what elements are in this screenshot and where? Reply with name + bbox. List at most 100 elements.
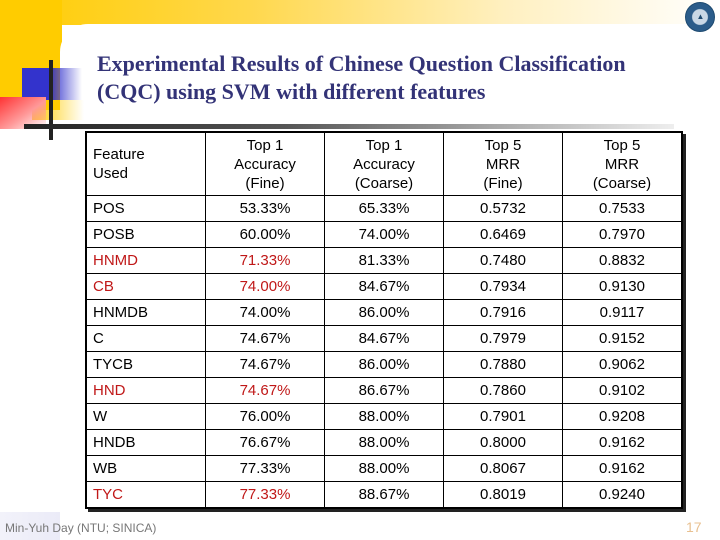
cell-top1-coarse: 84.67% — [324, 273, 444, 300]
header-top1-coarse: Top 1 Accuracy (Coarse) — [324, 131, 444, 196]
header-text: (Coarse) — [354, 174, 414, 192]
cell-top1-fine: 74.67% — [205, 325, 325, 352]
cell-feature: C — [85, 325, 206, 352]
cell-top5-coarse: 0.9152 — [562, 325, 683, 352]
cell-top1-coarse: 88.00% — [324, 455, 444, 482]
cell-top5-coarse: 0.9102 — [562, 377, 683, 404]
table-row: W 76.00% 88.00% 0.7901 0.9208 — [85, 403, 683, 430]
cell-top5-fine: 0.8019 — [443, 481, 563, 509]
table-row: C 74.67% 84.67% 0.7979 0.9152 — [85, 325, 683, 352]
cell-feature: W — [85, 403, 206, 430]
cell-top5-fine: 0.5732 — [443, 195, 563, 222]
cell-top1-coarse: 65.33% — [324, 195, 444, 222]
cell-feature: HNMDB — [85, 299, 206, 326]
header-text: (Fine) — [245, 174, 285, 192]
cell-top5-coarse: 0.9240 — [562, 481, 683, 509]
cell-top1-coarse: 88.00% — [324, 403, 444, 430]
cell-feature: WB — [85, 455, 206, 482]
header-top5-coarse: Top 5 MRR (Coarse) — [562, 131, 683, 196]
header-text: Top 1 — [365, 136, 403, 154]
cell-top5-fine: 0.7934 — [443, 273, 563, 300]
cell-top1-fine: 74.67% — [205, 351, 325, 378]
cell-top1-coarse: 86.00% — [324, 299, 444, 326]
cell-feature: HNDB — [85, 429, 206, 456]
header-text: Top 5 — [484, 136, 522, 154]
cell-top1-coarse: 74.00% — [324, 221, 444, 248]
header-top5-fine: Top 5 MRR (Fine) — [443, 131, 563, 196]
cell-top5-coarse: 0.9130 — [562, 273, 683, 300]
cell-feature: HND — [85, 377, 206, 404]
cell-top1-coarse: 84.67% — [324, 325, 444, 352]
header-text: Top 5 — [603, 136, 641, 154]
cell-top1-fine: 76.00% — [205, 403, 325, 430]
cell-top1-fine: 71.33% — [205, 247, 325, 274]
table-row: POS 53.33% 65.33% 0.5732 0.7533 — [85, 195, 683, 222]
cell-top5-fine: 0.7979 — [443, 325, 563, 352]
institution-seal-icon: ▲ — [685, 2, 715, 32]
cell-feature: TYC — [85, 481, 206, 509]
table-row: HND 74.67% 86.67% 0.7860 0.9102 — [85, 377, 683, 404]
header-text: (Fine) — [483, 174, 523, 192]
header-text: Accuracy — [353, 155, 415, 173]
cell-top5-coarse: 0.9117 — [562, 299, 683, 326]
cell-top5-coarse: 0.9208 — [562, 403, 683, 430]
cell-top5-coarse: 0.7970 — [562, 221, 683, 248]
cell-top5-coarse: 0.9062 — [562, 351, 683, 378]
cell-top1-coarse: 81.33% — [324, 247, 444, 274]
seal-emblem: ▲ — [696, 12, 705, 21]
cell-top1-fine: 76.67% — [205, 429, 325, 456]
table-row: HNDB 76.67% 88.00% 0.8000 0.9162 — [85, 429, 683, 456]
table-row: TYCB 74.67% 86.00% 0.7880 0.9062 — [85, 351, 683, 378]
table-row: CB 74.00% 84.67% 0.7934 0.9130 — [85, 273, 683, 300]
table-row: TYC 77.33% 88.67% 0.8019 0.9240 — [85, 481, 683, 509]
cell-top1-fine: 74.00% — [205, 273, 325, 300]
cell-top1-fine: 60.00% — [205, 221, 325, 248]
header-text: MRR — [485, 155, 521, 173]
cell-top1-coarse: 86.00% — [324, 351, 444, 378]
cell-feature: POSB — [85, 221, 206, 248]
cell-top5-coarse: 0.9162 — [562, 429, 683, 456]
header-top1-fine: Top 1 Accuracy (Fine) — [205, 131, 325, 196]
page-number: 17 — [686, 519, 702, 535]
header-text: Top 1 — [246, 136, 284, 154]
cell-top5-coarse: 0.8832 — [562, 247, 683, 274]
cell-top1-fine: 74.67% — [205, 377, 325, 404]
cell-top1-fine: 77.33% — [205, 481, 325, 509]
header-text: Feature — [93, 146, 145, 163]
table-row: POSB 60.00% 74.00% 0.6469 0.7970 — [85, 221, 683, 248]
table-header-row: Feature Used Top 1 Accuracy (Fine) Top 1… — [85, 131, 683, 196]
cell-top1-fine: 53.33% — [205, 195, 325, 222]
title-underline — [24, 124, 674, 129]
cell-top1-fine: 77.33% — [205, 455, 325, 482]
header-text: MRR — [604, 155, 640, 173]
table-row: WB 77.33% 88.00% 0.8067 0.9162 — [85, 455, 683, 482]
cell-top5-fine: 0.7480 — [443, 247, 563, 274]
cell-feature: CB — [85, 273, 206, 300]
cell-top1-fine: 74.00% — [205, 299, 325, 326]
table-row: HNMD 71.33% 81.33% 0.7480 0.8832 — [85, 247, 683, 274]
cell-feature: HNMD — [85, 247, 206, 274]
cell-top1-coarse: 88.00% — [324, 429, 444, 456]
cell-top1-coarse: 88.67% — [324, 481, 444, 509]
footer-author: Min-Yuh Day (NTU; SINICA) — [5, 521, 157, 535]
cell-top5-coarse: 0.9162 — [562, 455, 683, 482]
cell-top5-fine: 0.7901 — [443, 403, 563, 430]
cell-top5-fine: 0.7916 — [443, 299, 563, 326]
results-table: Feature Used Top 1 Accuracy (Fine) Top 1… — [85, 131, 683, 509]
cell-top5-fine: 0.8000 — [443, 429, 563, 456]
cell-top1-coarse: 86.67% — [324, 377, 444, 404]
cell-top5-fine: 0.8067 — [443, 455, 563, 482]
slide-title: Experimental Results of Chinese Question… — [97, 50, 697, 106]
cell-top5-fine: 0.7880 — [443, 351, 563, 378]
table-body: POS 53.33% 65.33% 0.5732 0.7533 POSB 60.00% 74… — [85, 195, 683, 509]
cell-top5-fine: 0.7860 — [443, 377, 563, 404]
cell-top5-coarse: 0.7533 — [562, 195, 683, 222]
cell-feature: TYCB — [85, 351, 206, 378]
slide-title-line2: (CQC) using SVM with different features — [97, 79, 486, 104]
top-decor-band — [0, 0, 720, 25]
header-feature-used: Feature Used — [85, 131, 206, 196]
header-text: Accuracy — [234, 155, 296, 173]
cell-top5-fine: 0.6469 — [443, 221, 563, 248]
slide-title-line1: Experimental Results of Chinese Question… — [97, 51, 626, 76]
cell-feature: POS — [85, 195, 206, 222]
